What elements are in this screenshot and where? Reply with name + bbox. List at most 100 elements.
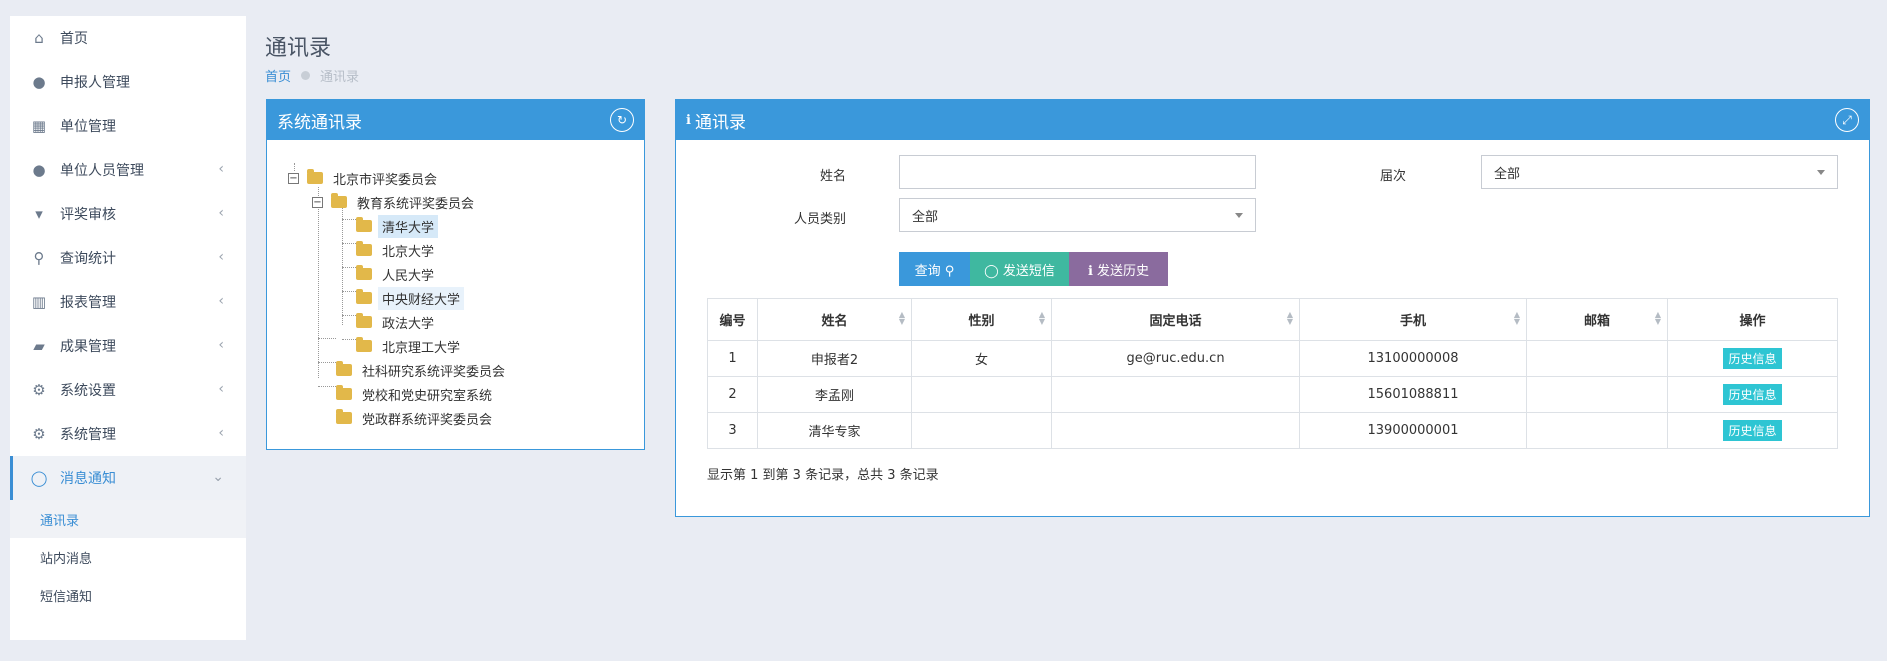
history-info-button[interactable]: 历史信息 — [1723, 420, 1782, 441]
cell-action: 历史信息 — [1667, 412, 1838, 449]
column-header-email[interactable]: 邮箱 ▲ ▼ — [1526, 298, 1668, 341]
folder-icon — [336, 385, 352, 400]
column-header-name[interactable]: 姓名 ▲ ▼ — [757, 298, 912, 341]
session-label: 届次 — [1379, 169, 1406, 184]
pagination-summary: 显示第 1 到第 3 条记录，总共 3 条记录 — [707, 468, 939, 483]
folder-icon — [336, 409, 352, 424]
folder-icon — [356, 313, 372, 328]
sidebar-item-label: 评奖审核 — [60, 207, 116, 223]
cell-id: 3 — [707, 412, 758, 449]
cell-name: 李孟刚 — [757, 376, 912, 413]
tree-node-label[interactable]: 社科研究系统评奖委员会 — [358, 359, 509, 382]
tree-node-label[interactable]: 党校和党史研究室系统 — [358, 383, 496, 406]
category-select-value: 全部 — [912, 209, 939, 225]
chevron-down-icon: ⌄ — [212, 469, 224, 485]
column-header-mobile[interactable]: 手机 ▲ ▼ — [1299, 298, 1527, 341]
folder-icon — [356, 265, 372, 280]
send-sms-button[interactable]: ◯ 发送短信 — [970, 252, 1069, 286]
column-header-phone[interactable]: 固定电话 ▲ ▼ — [1051, 298, 1300, 341]
tree-node[interactable]: 中央财经大学 — [267, 286, 644, 310]
sidebar-item-messages[interactable]: ◯ 消息通知 ⌄ — [10, 456, 246, 500]
contacts-table: 编号 姓名 ▲ ▼ 性别 ▲ ▼ 固定电话 ▲ ▼ 手机 ▲ ▼ 邮箱 ▲ ▼ 操作 1 申报者2 … — [707, 298, 1838, 449]
tree-node[interactable]: − 教育系统评奖委员会 — [267, 190, 644, 214]
breadcrumb-home-link[interactable]: 首页 — [265, 66, 291, 85]
tree-node-label[interactable]: 北京理工大学 — [378, 335, 464, 358]
sidebar-item-label: 申报人管理 — [60, 75, 130, 91]
session-select[interactable]: 全部 — [1481, 155, 1838, 189]
cell-email — [1526, 412, 1668, 449]
tree-node[interactable]: 北京理工大学 — [267, 334, 644, 358]
caret-down-icon — [1235, 213, 1243, 218]
tree-node[interactable]: 党校和党史研究室系统 — [267, 382, 644, 406]
chevron-left-icon: ‹ — [218, 205, 224, 221]
panel-header: ℹ 通讯录 ⤢ — [676, 100, 1869, 140]
sidebar-item-label: 单位管理 — [60, 119, 116, 135]
tree-node-label[interactable]: 北京大学 — [378, 239, 438, 262]
chevron-left-icon: ‹ — [218, 381, 224, 397]
sidebar-item-system-admin[interactable]: ⚙ 系统管理 ‹ — [10, 412, 246, 456]
sidebar: ⌂ 首页 ● 申报人管理 ▦ 单位管理 ● 单位人员管理 ‹ ▾ 评奖审核 ‹ … — [10, 16, 246, 640]
cell-name: 申报者2 — [757, 340, 912, 377]
tree-node-label[interactable]: 党政群系统评奖委员会 — [358, 407, 496, 430]
sidebar-item-label: 查询统计 — [60, 251, 116, 267]
chevron-left-icon: ‹ — [218, 249, 224, 265]
sidebar-item-review[interactable]: ▾ 评奖审核 ‹ — [10, 192, 246, 236]
panel-title: 系统通讯录 — [277, 112, 362, 133]
column-header-id[interactable]: 编号 — [707, 298, 758, 341]
tree-node-label[interactable]: 政法大学 — [378, 311, 438, 334]
cell-mobile: 13900000001 — [1299, 412, 1527, 449]
send-history-button[interactable]: ℹ 发送历史 — [1069, 252, 1168, 286]
refresh-icon[interactable]: ↻ — [610, 108, 634, 132]
sidebar-item-applicant[interactable]: ● 申报人管理 — [10, 60, 246, 104]
tree-node-label[interactable]: 人民大学 — [378, 263, 438, 286]
collapse-icon[interactable]: − — [288, 172, 299, 184]
tree-node[interactable]: 政法大学 — [267, 310, 644, 334]
name-input[interactable] — [899, 155, 1256, 189]
folder-icon — [356, 337, 372, 352]
tree-node-label[interactable]: 北京市评奖委员会 — [329, 167, 441, 190]
sidebar-item-unit[interactable]: ▦ 单位管理 — [10, 104, 246, 148]
tree-node-label[interactable]: 清华大学 — [378, 214, 439, 238]
search-icon: ⚲ — [33, 249, 45, 267]
tree-node[interactable]: 清华大学 — [267, 214, 644, 238]
contacts-panel: ℹ 通讯录 ⤢ 姓名 届次 全部 人员类别 全部 查询 ⚲ ◯ 发送短信 ℹ 发… — [675, 99, 1870, 517]
sidebar-item-system-settings[interactable]: ⚙ 系统设置 ‹ — [10, 368, 246, 412]
cell-email — [1526, 376, 1668, 413]
tree-node[interactable]: 人民大学 — [267, 262, 644, 286]
tree-node-label[interactable]: 中央财经大学 — [378, 286, 465, 310]
sidebar-subitem-inbox[interactable]: 站内消息 — [10, 538, 246, 576]
sidebar-subitem-contacts[interactable]: 通讯录 — [10, 500, 246, 538]
sidebar-item-achievement[interactable]: ▰ 成果管理 ‹ — [10, 324, 246, 368]
contacts-tree-panel: 系统通讯录 ↻ − 北京市评奖委员会 − 教育系统评奖委员会 清华大学 北京大学… — [266, 99, 645, 450]
caret-down-icon — [1817, 170, 1825, 175]
comment-icon: ◯ — [30, 469, 48, 487]
history-info-button[interactable]: 历史信息 — [1723, 348, 1782, 369]
sidebar-item-unit-staff[interactable]: ● 单位人员管理 ‹ — [10, 148, 246, 192]
collapse-icon[interactable]: − — [312, 196, 323, 208]
tree-node[interactable]: 党政群系统评奖委员会 — [267, 406, 644, 430]
cell-gender: 女 — [911, 340, 1052, 377]
tree-node-label[interactable]: 教育系统评奖委员会 — [353, 191, 478, 214]
cell-name: 清华专家 — [757, 412, 912, 449]
info-icon: ℹ — [686, 112, 691, 128]
tree-node[interactable]: 北京大学 — [267, 238, 644, 262]
sidebar-item-query[interactable]: ⚲ 查询统计 ‹ — [10, 236, 246, 280]
sidebar-item-label: 单位人员管理 — [60, 163, 144, 179]
table-row: 3 清华专家 13900000001 历史信息 — [707, 412, 1838, 449]
tree-node[interactable]: 社科研究系统评奖委员会 — [267, 358, 644, 382]
name-label: 姓名 — [819, 169, 846, 184]
expand-icon[interactable]: ⤢ — [1835, 108, 1859, 132]
sidebar-item-home[interactable]: ⌂ 首页 — [10, 16, 246, 60]
breadcrumb: 首页 通讯录 — [265, 66, 359, 85]
tree-node[interactable]: − 北京市评奖委员会 — [267, 166, 644, 190]
sidebar-subitem-sms[interactable]: 短信通知 — [10, 576, 246, 614]
history-info-button[interactable]: 历史信息 — [1723, 384, 1782, 405]
folder-icon — [331, 193, 347, 208]
sidebar-item-label: 消息通知 — [60, 471, 116, 487]
query-button[interactable]: 查询 ⚲ — [899, 252, 970, 286]
column-header-gender[interactable]: 性别 ▲ ▼ — [911, 298, 1052, 341]
category-label: 人员类别 — [793, 212, 846, 227]
category-select[interactable]: 全部 — [899, 198, 1256, 232]
sort-icon: ▲ ▼ — [1038, 310, 1045, 326]
sidebar-item-report[interactable]: ▥ 报表管理 ‹ — [10, 280, 246, 324]
